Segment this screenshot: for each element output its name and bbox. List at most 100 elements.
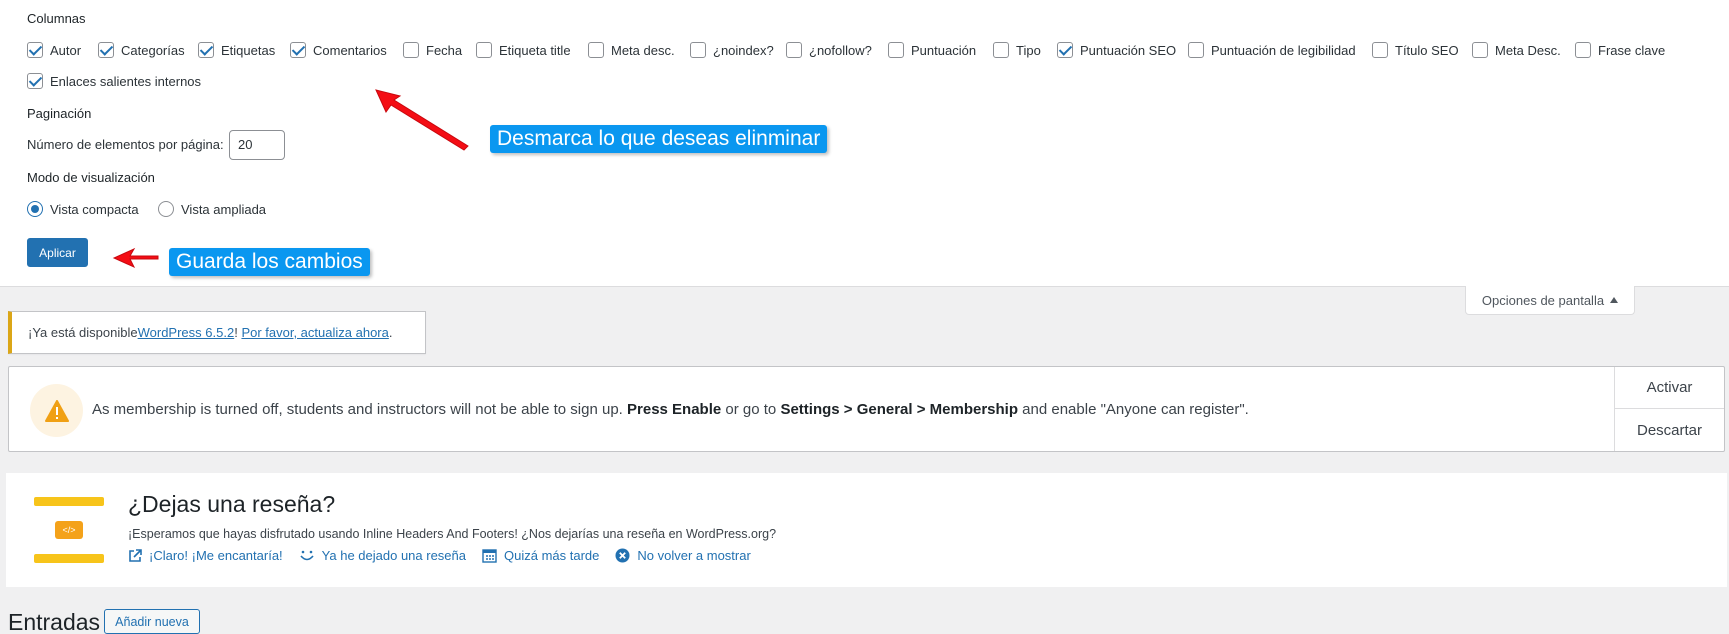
screen-options-tab-label: Opciones de pantalla [1481,292,1605,308]
checkbox-label: Tipo [1016,42,1041,58]
checkbox[interactable] [1472,42,1488,58]
checkbox-label: Frase clave [1598,42,1666,58]
checkbox-label: ¿noindex? [713,42,774,58]
review-link-label: ¡Claro! ¡Me encantaría! [149,548,283,563]
review-link-never[interactable]: No volver a mostrar [615,548,751,563]
activate-button[interactable]: Activar [1615,367,1724,409]
checkbox-label: Etiquetas [221,42,276,58]
update-notice-prefix: ¡Ya está disponible [28,325,138,340]
screen-options-panel: Columnas Autor Categorías Etiquetas Come… [0,0,1729,287]
add-new-button[interactable]: Añadir nueva [104,609,200,634]
review-link-label: No volver a mostrar [637,548,751,563]
caret-up-icon [1610,297,1619,303]
update-notice-suffix: . [388,325,393,340]
membership-actions: Activar Descartar [1614,367,1724,451]
logo-bar-top [34,497,104,506]
checkbox[interactable] [476,42,492,58]
review-link-done[interactable]: Ya he dejado una reseña [299,548,466,563]
review-link-sure[interactable]: ¡Claro! ¡Me encantaría! [128,548,283,563]
pagination-heading: Paginación [27,106,92,121]
membership-message: As membership is turned off, students an… [92,401,1249,418]
radio-label: Vista compacta [50,201,139,217]
view-compact-radio[interactable]: Vista compacta [27,201,139,217]
apply-button[interactable]: Aplicar [27,238,88,267]
column-checkbox-legibilidad[interactable]: Puntuación de legibilidad [1188,42,1356,58]
checkbox[interactable] [403,42,419,58]
plugin-logo: </> [34,495,104,563]
column-checkbox-meta-desc[interactable]: Meta desc. [588,42,675,58]
column-checkbox-nofollow[interactable]: ¿nofollow? [786,42,872,58]
checkbox-label: ¿nofollow? [809,42,872,58]
review-title: ¿Dejas una reseña? [128,491,336,517]
column-checkbox-autor[interactable]: Autor [27,42,81,58]
checkbox-label: Enlaces salientes internos [50,73,202,89]
annotation-arrow-2 [112,247,159,269]
membership-notice: As membership is turned off, students an… [8,366,1725,452]
column-checkbox-tipo[interactable]: Tipo [993,42,1041,58]
review-link-later[interactable]: Quizá más tarde [482,548,599,563]
checkbox[interactable] [588,42,604,58]
column-checkbox-comentarios[interactable]: Comentarios [290,42,387,58]
update-now-link[interactable]: Por favor, actualiza ahora [241,325,388,340]
calendar-icon [482,549,497,563]
per-page-input[interactable]: 20 [229,130,285,160]
checkbox-label: Título SEO [1395,42,1459,58]
checkbox-label: Meta desc. [611,42,675,58]
checkbox-label: Etiqueta title [499,42,571,58]
column-checkbox-etiqueta-title[interactable]: Etiqueta title [476,42,571,58]
checkbox[interactable] [1188,42,1204,58]
column-checkbox-titulo-seo[interactable]: Título SEO [1372,42,1459,58]
checkbox[interactable] [1057,42,1073,58]
page-title: Entradas [8,609,101,634]
checkbox[interactable] [27,73,43,89]
column-checkbox-enlaces[interactable]: Enlaces salientes internos [27,73,201,89]
column-checkbox-frase-clave[interactable]: Frase clave [1575,42,1665,58]
checkbox-label: Autor [50,42,82,58]
checkbox[interactable] [993,42,1009,58]
checkbox-label: Comentarios [313,42,387,58]
update-notice-middle: ! [234,325,242,340]
screen-options-tab[interactable]: Opciones de pantalla [1465,286,1635,315]
checkbox-label: Fecha [426,42,463,58]
column-checkbox-noindex[interactable]: ¿noindex? [690,42,774,58]
logo-bar-bottom [34,554,104,563]
membership-bold-1: Press Enable [627,401,722,418]
membership-text-1: As membership is turned off, students an… [92,401,628,418]
annotation-callout-uncheck: Desmarca lo que deseas elinminar [490,125,828,153]
membership-text-3: and enable "Anyone can register". [1018,401,1249,418]
checkbox[interactable] [1372,42,1388,58]
radio[interactable] [27,201,43,217]
membership-text-2: or go to [721,401,781,418]
checkbox-label: Categorías [121,42,185,58]
columns-heading: Columnas [27,11,86,26]
radio-label: Vista ampliada [181,201,267,217]
checkbox-label: Meta Desc. [1495,42,1561,58]
checkbox[interactable] [290,42,306,58]
review-description: ¡Esperamos que hayas disfrutado usando I… [128,527,777,541]
review-link-label: Quizá más tarde [504,548,600,563]
checkbox[interactable] [27,42,43,58]
checkbox[interactable] [198,42,214,58]
wordpress-version-link[interactable]: WordPress 6.5.2 [138,325,235,340]
column-checkbox-fecha[interactable]: Fecha [403,42,462,58]
view-extended-radio[interactable]: Vista ampliada [158,201,266,217]
dismiss-button[interactable]: Descartar [1615,409,1724,451]
column-checkbox-meta-desc-2[interactable]: Meta Desc. [1472,42,1561,58]
column-checkbox-etiquetas[interactable]: Etiquetas [198,42,275,58]
checkbox-label: Puntuación [911,42,977,58]
column-checkbox-puntuacion[interactable]: Puntuación [888,42,976,58]
checkbox[interactable] [1575,42,1591,58]
checkbox[interactable] [98,42,114,58]
checkbox[interactable] [888,42,904,58]
external-link-icon [129,548,142,562]
radio[interactable] [158,201,174,217]
checkbox-label: Puntuación SEO [1080,42,1177,58]
column-checkbox-categorias[interactable]: Categorías [98,42,185,58]
review-notice: </> ¿Dejas una reseña? ¡Esperamos que ha… [6,473,1727,587]
checkbox[interactable] [786,42,802,58]
smile-icon [300,550,314,560]
checkbox-label: Puntuación de legibilidad [1211,42,1356,58]
membership-bold-2: Settings > General > Membership [780,401,1019,418]
checkbox[interactable] [690,42,706,58]
column-checkbox-puntuacion-seo[interactable]: Puntuación SEO [1057,42,1176,58]
